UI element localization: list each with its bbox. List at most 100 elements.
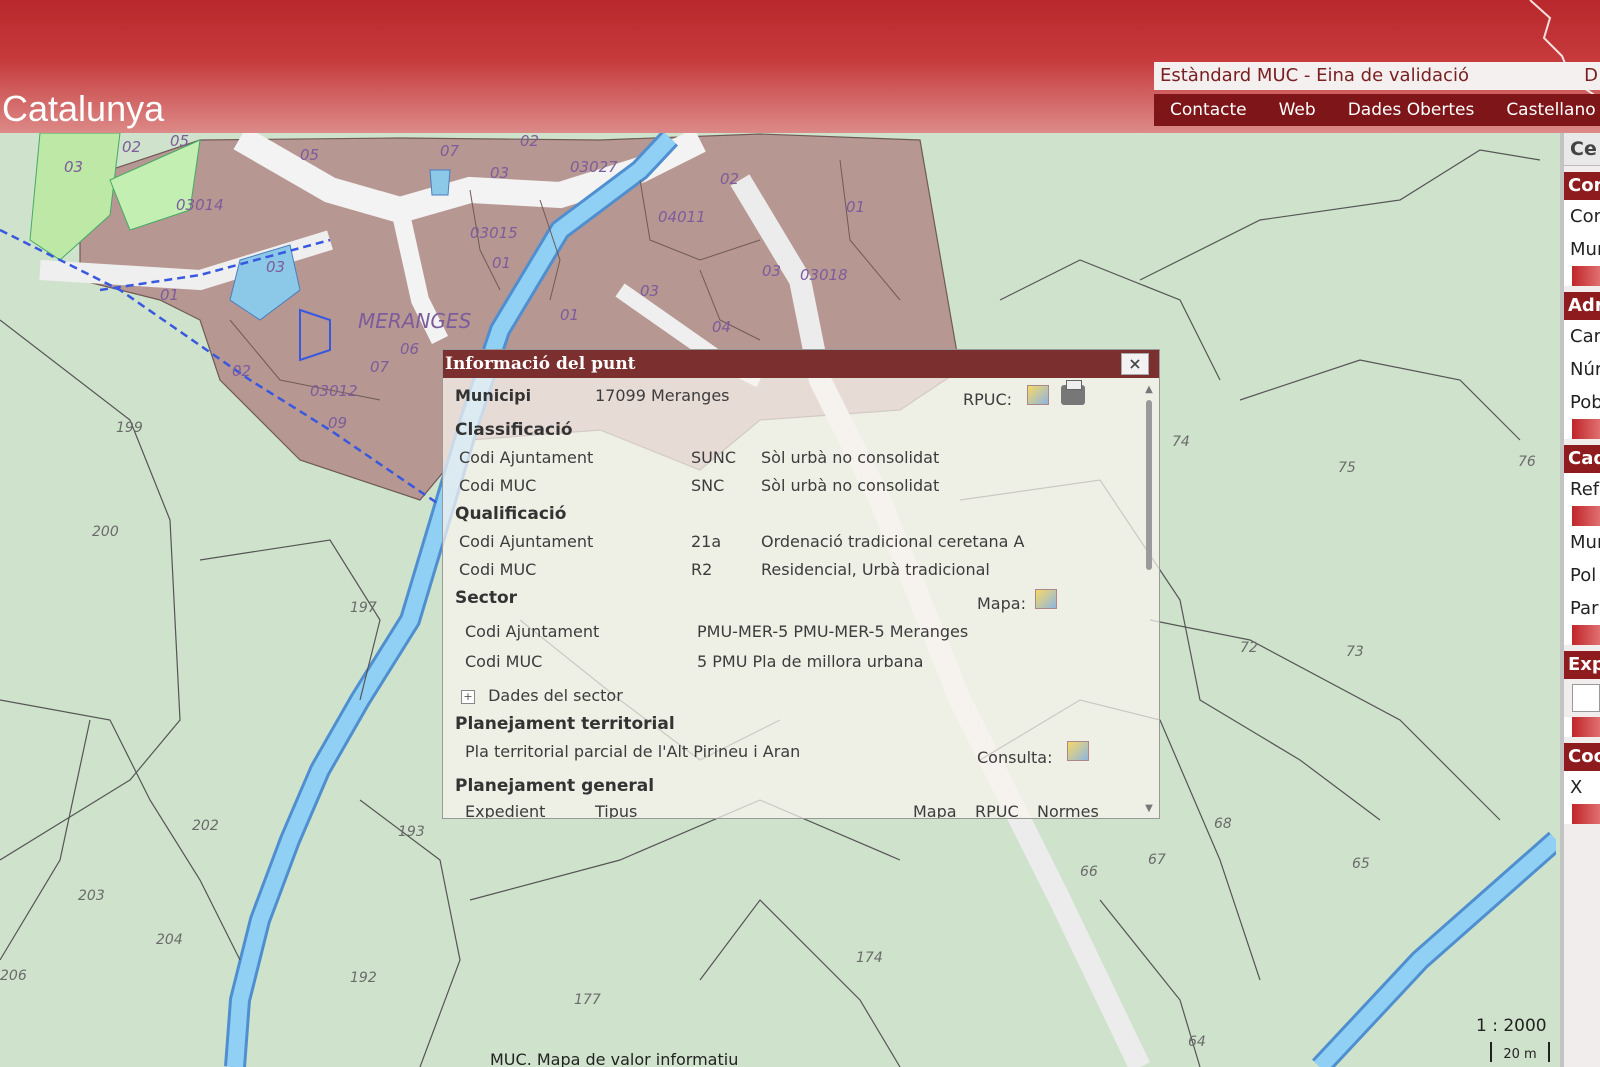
map-label: 04011 (658, 208, 706, 226)
map-label: 09 (328, 414, 347, 432)
rp-row: Car (1564, 320, 1600, 353)
popup-scrollbar[interactable]: ▲ ▼ (1143, 384, 1155, 814)
map-label: 01 (560, 306, 579, 324)
rp-button[interactable] (1564, 804, 1600, 824)
map-label: 03 (266, 258, 285, 276)
print-icon[interactable] (1061, 379, 1085, 405)
map-label: 73 (1346, 644, 1364, 660)
rp-button[interactable] (1564, 717, 1600, 737)
close-button[interactable]: × (1121, 353, 1149, 375)
map-label: 03 (64, 158, 83, 176)
col-tipus: Tipus (595, 802, 638, 819)
map-label: 06 (400, 340, 419, 358)
sector-row-value: 5 PMU Pla de millora urbana (697, 652, 924, 671)
nav-web[interactable]: Web (1263, 94, 1332, 126)
section-sector: Sector (455, 588, 518, 608)
map-label: 177 (574, 992, 601, 1008)
map-label: 03 (640, 282, 659, 300)
nav-dades-obertes[interactable]: Dades Obertes (1332, 94, 1491, 126)
class-row-code: SNC (691, 476, 725, 495)
map-label: 64 (1188, 1034, 1206, 1050)
qual-row-label: Codi Ajuntament (459, 532, 594, 551)
rp-row: Ref (1564, 473, 1600, 506)
map-label: 202 (192, 818, 219, 834)
rp-head-con[interactable]: Con (1564, 172, 1600, 200)
rp-row: Pob (1564, 386, 1600, 419)
app-title-overflow: D (1584, 65, 1598, 86)
rpuc-label: RPUC: (963, 390, 1013, 409)
mapa-label: Mapa: (977, 594, 1026, 613)
plan-territorial-value: Pla territorial parcial de l'Alt Pirineu… (465, 742, 801, 761)
nav-castellano[interactable]: Castellano (1490, 94, 1600, 126)
map-label: 07 (370, 358, 390, 376)
section-qualificacio: Qualificació (455, 504, 567, 524)
map-label: 204 (156, 932, 183, 948)
municipi-label: Municipi (455, 386, 532, 405)
map-caption: MUC. Mapa de valor informatiu (490, 1050, 739, 1067)
popup-title: Informació del punt × (443, 350, 1159, 378)
map-label: 193 (398, 824, 425, 840)
class-row-label: Codi Ajuntament (459, 448, 594, 467)
map-label: 01 (846, 198, 865, 216)
rp-row: Cor (1564, 200, 1600, 233)
rp-top-tab[interactable]: Ce (1564, 133, 1600, 166)
rp-button[interactable] (1564, 506, 1600, 526)
map-label: 199 (116, 420, 143, 436)
top-nav: Contacte Web Dades Obertes Castellano (1154, 94, 1600, 126)
rp-button[interactable] (1564, 625, 1600, 645)
map-label: 206 (0, 968, 27, 984)
map-label: 75 (1338, 460, 1356, 476)
qual-row-desc: Ordenació tradicional ceretana A (761, 532, 1025, 551)
rp-button[interactable] (1564, 419, 1600, 439)
rp-row: Mur (1564, 233, 1600, 266)
rp-button[interactable] (1564, 266, 1600, 286)
sector-map-icon[interactable] (1035, 588, 1057, 609)
dades-sector-label: Dades del sector (488, 686, 623, 705)
map-label: 192 (350, 970, 377, 986)
map-label: 197 (350, 600, 377, 616)
rp-head-cad[interactable]: Cad (1564, 445, 1600, 473)
rp-head-coo[interactable]: Coo (1564, 743, 1600, 771)
rp-row: Par (1564, 592, 1600, 625)
app-title-text: Estàndard MUC - Eina de validació (1160, 65, 1469, 86)
rp-row: Pol (1564, 559, 1600, 592)
section-classificacio: Classificació (455, 420, 573, 440)
scroll-up-icon[interactable]: ▲ (1143, 384, 1155, 395)
map-label: 68 (1214, 816, 1232, 832)
consulta-map-icon[interactable] (1067, 740, 1089, 761)
class-row-code: SUNC (691, 448, 737, 467)
rp-exp-input[interactable] (1572, 684, 1600, 712)
scroll-down-icon[interactable]: ▼ (1143, 803, 1155, 814)
rpuc-map-icon[interactable] (1027, 384, 1049, 405)
section-plan-territorial: Planejament territorial (455, 714, 675, 734)
map-label: 05 (170, 133, 189, 150)
map-label: 66 (1080, 864, 1098, 880)
map-label: 02 (520, 133, 539, 150)
class-row-desc: Sòl urbà no consolidat (761, 448, 940, 467)
section-plan-general: Planejament general (455, 776, 655, 796)
rp-row: X (1564, 771, 1600, 804)
point-info-popup: Informació del punt × Municipi 17099 Mer… (442, 349, 1160, 819)
qual-row-desc: Residencial, Urbà tradicional (761, 560, 990, 579)
map-label: 02 (720, 170, 739, 188)
app-header: Catalunya Estàndard MUC - Eina de valida… (0, 0, 1600, 133)
popup-title-text: Informació del punt (445, 354, 636, 374)
map-label: 01 (160, 286, 179, 304)
expand-dades-sector[interactable]: + Dades del sector (461, 686, 623, 705)
map-label: 01 (492, 254, 511, 272)
map-label: MERANGES (358, 309, 472, 333)
rp-head-exp[interactable]: Exp (1564, 651, 1600, 679)
scroll-thumb[interactable] (1146, 400, 1152, 570)
class-row-label: Codi MUC (459, 476, 537, 495)
map-label: 03 (762, 262, 781, 280)
map-label: 174 (856, 950, 883, 966)
map-label: 67 (1148, 852, 1166, 868)
map-label: 03 (490, 164, 509, 182)
map-label: 02 (232, 362, 251, 380)
qual-row-code: R2 (691, 560, 713, 579)
rp-head-adr[interactable]: Adr (1564, 292, 1600, 320)
rp-row: Mur (1564, 526, 1600, 559)
nav-contacte[interactable]: Contacte (1154, 94, 1263, 126)
map-label: 65 (1352, 856, 1370, 872)
map-label: 72 (1240, 640, 1258, 656)
